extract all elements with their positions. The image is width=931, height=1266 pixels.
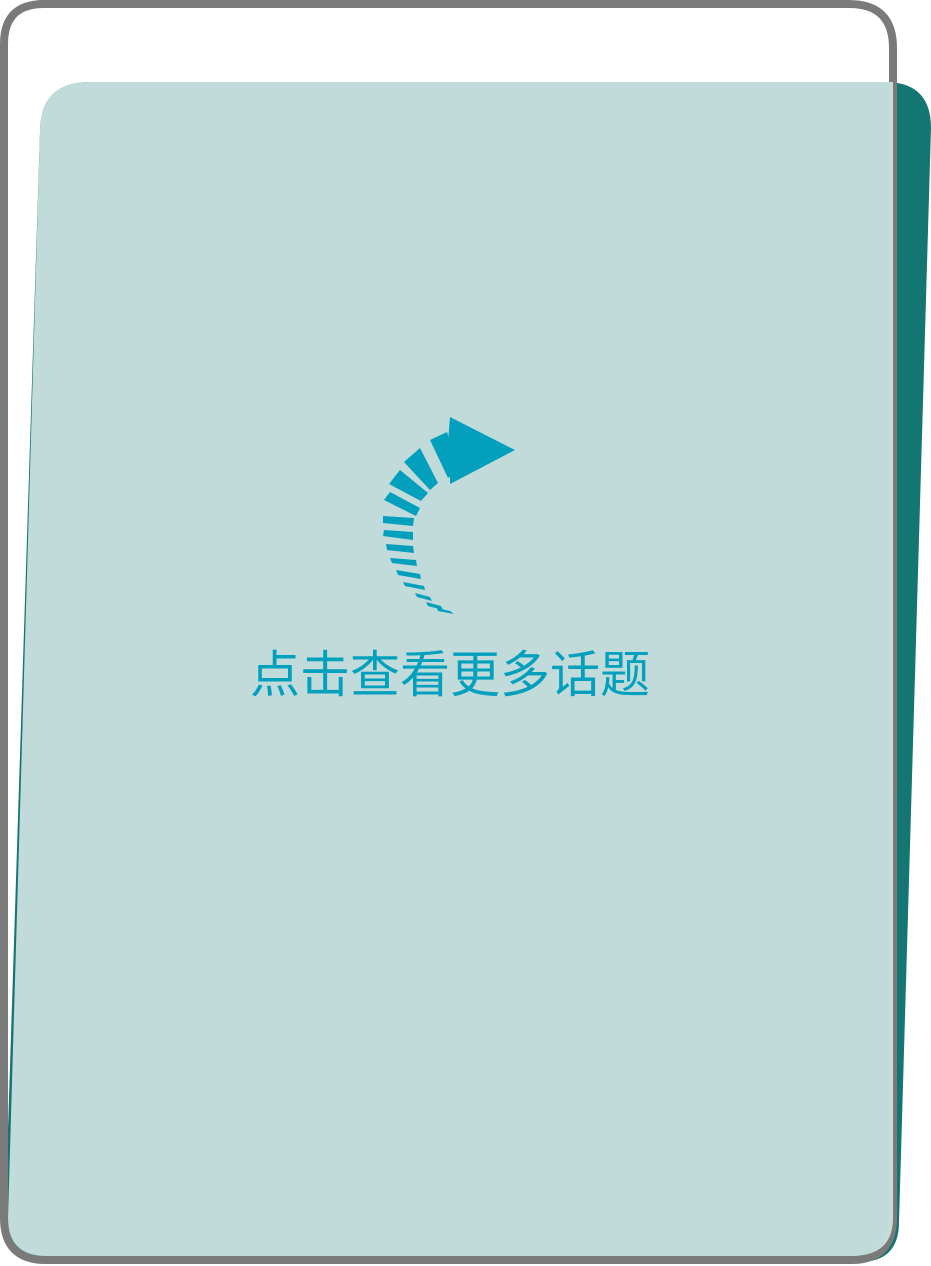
more-topics-button[interactable]: 点击查看更多话题: [0, 0, 931, 1266]
curved-arrow-icon: [383, 417, 515, 614]
more-topics-card: 点击查看更多话题: [0, 0, 931, 1266]
more-topics-label: 点击查看更多话题: [250, 646, 650, 704]
